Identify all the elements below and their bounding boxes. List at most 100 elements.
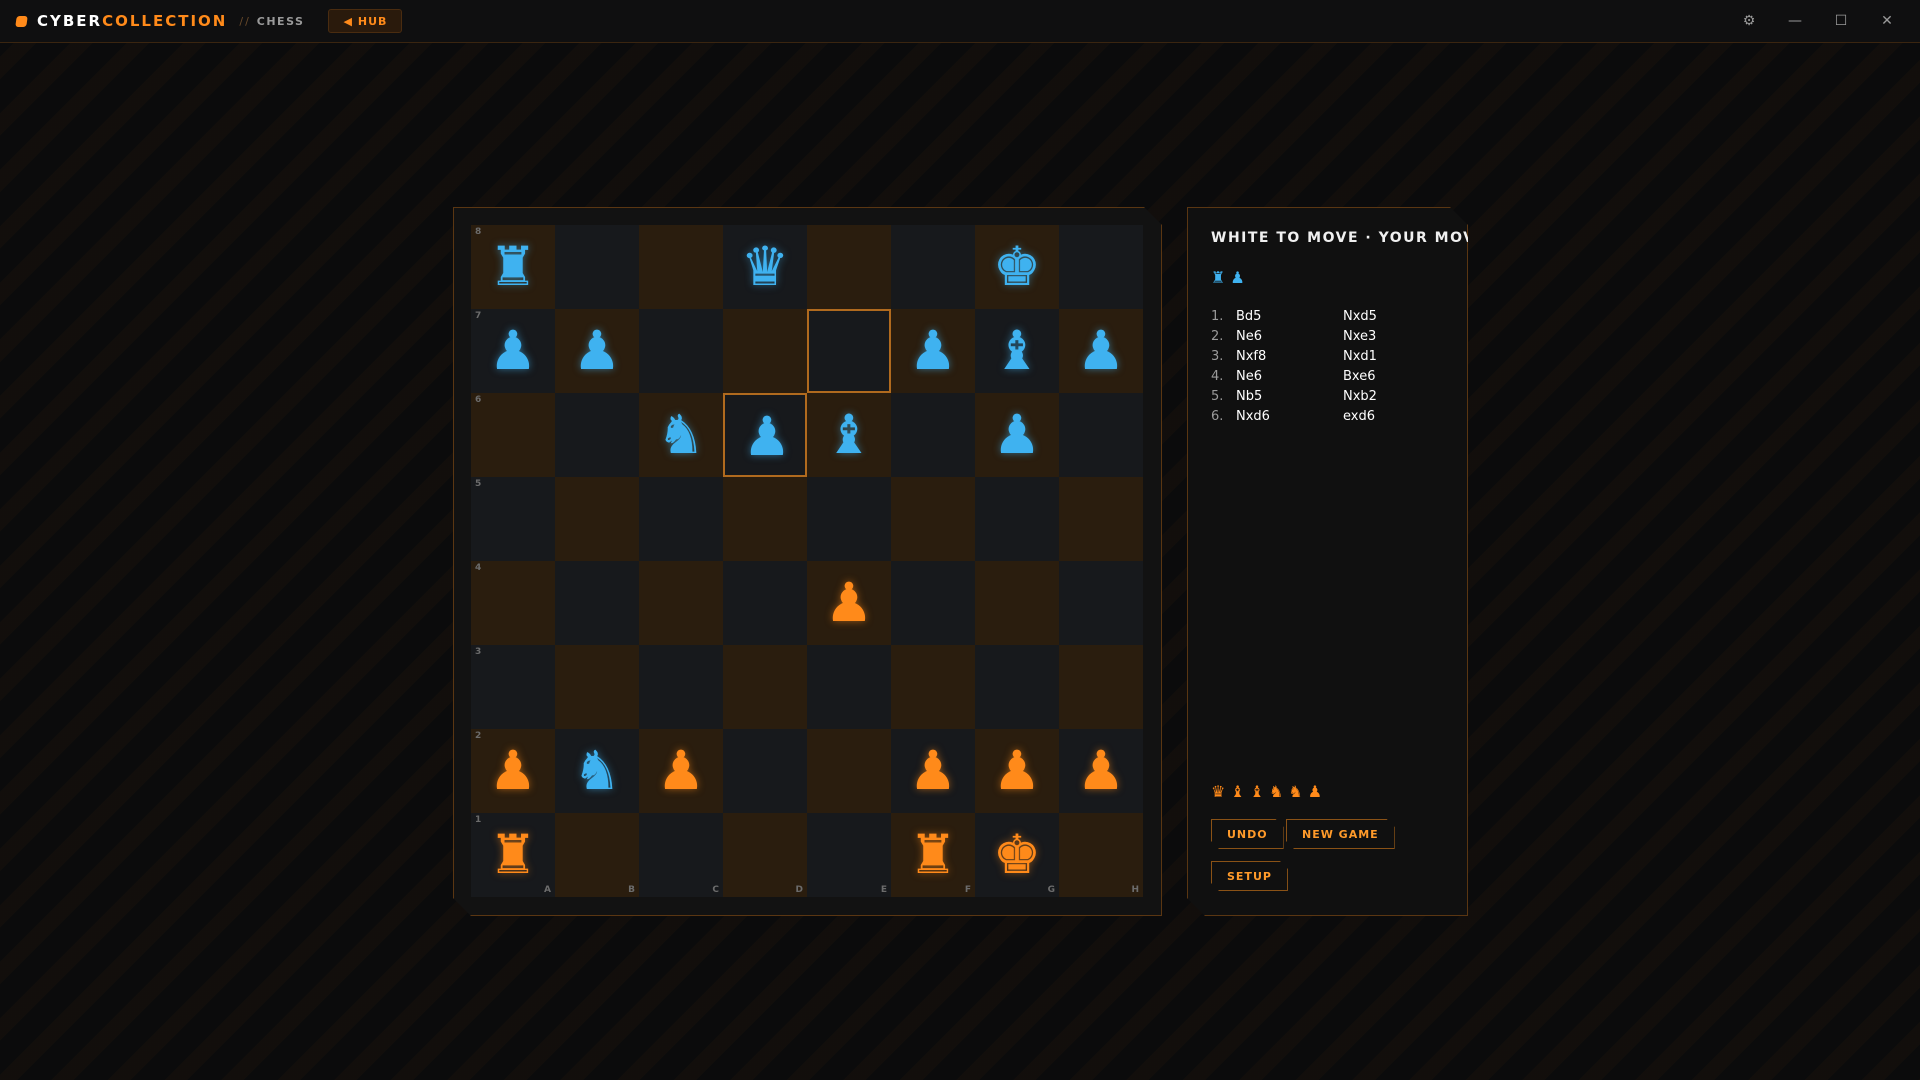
square-g5[interactable]: [975, 477, 1059, 561]
orange-pawn-icon[interactable]: ♟: [471, 729, 555, 813]
square-c7[interactable]: [639, 309, 723, 393]
orange-pawn-icon[interactable]: ♟: [639, 729, 723, 813]
square-d8[interactable]: ♛: [723, 225, 807, 309]
square-g2[interactable]: ♟: [975, 729, 1059, 813]
blue-knight-icon[interactable]: ♞: [555, 729, 639, 813]
square-f4[interactable]: [891, 561, 975, 645]
square-g6[interactable]: ♟: [975, 393, 1059, 477]
blue-rook-icon[interactable]: ♜: [471, 225, 555, 309]
square-d3[interactable]: [723, 645, 807, 729]
minimize-icon[interactable]: —: [1772, 0, 1818, 42]
square-f5[interactable]: [891, 477, 975, 561]
orange-king-icon[interactable]: ♚: [975, 813, 1059, 897]
square-f6[interactable]: [891, 393, 975, 477]
square-g4[interactable]: [975, 561, 1059, 645]
square-e1[interactable]: E: [807, 813, 891, 897]
blue-pawn-icon[interactable]: ♟: [891, 309, 975, 393]
square-a8[interactable]: 8 ♜: [471, 225, 555, 309]
blue-king-icon[interactable]: ♚: [975, 225, 1059, 309]
move-row[interactable]: 1. Bd5 Nxd5: [1211, 306, 1451, 326]
square-e6[interactable]: ♝: [807, 393, 891, 477]
blue-pawn-icon[interactable]: ♟: [555, 309, 639, 393]
blue-pawn-icon[interactable]: ♟: [1059, 309, 1143, 393]
setup-button[interactable]: SETUP: [1211, 861, 1288, 891]
square-e5[interactable]: [807, 477, 891, 561]
square-b3[interactable]: [555, 645, 639, 729]
square-h4[interactable]: [1059, 561, 1143, 645]
square-e4[interactable]: ♟: [807, 561, 891, 645]
orange-pawn-icon[interactable]: ♟: [891, 729, 975, 813]
square-c3[interactable]: [639, 645, 723, 729]
maximize-icon[interactable]: ☐: [1818, 0, 1864, 42]
square-a4[interactable]: 4: [471, 561, 555, 645]
square-h1[interactable]: H: [1059, 813, 1143, 897]
move-row[interactable]: 3. Nxf8 Nxd1: [1211, 346, 1451, 366]
square-h3[interactable]: [1059, 645, 1143, 729]
square-f2[interactable]: ♟: [891, 729, 975, 813]
blue-knight-icon[interactable]: ♞: [639, 393, 723, 477]
move-row[interactable]: 4. Ne6 Bxe6: [1211, 366, 1451, 386]
orange-rook-icon[interactable]: ♜: [471, 813, 555, 897]
square-f7[interactable]: ♟: [891, 309, 975, 393]
orange-rook-icon[interactable]: ♜: [891, 813, 975, 897]
blue-pawn-icon[interactable]: ♟: [471, 309, 555, 393]
undo-button[interactable]: UNDO: [1211, 819, 1284, 849]
square-h7[interactable]: ♟: [1059, 309, 1143, 393]
square-h8[interactable]: [1059, 225, 1143, 309]
orange-pawn-icon[interactable]: ♟: [807, 561, 891, 645]
hub-button[interactable]: ◀ HUB: [328, 9, 403, 33]
square-h2[interactable]: ♟: [1059, 729, 1143, 813]
square-b8[interactable]: [555, 225, 639, 309]
square-d5[interactable]: [723, 477, 807, 561]
close-icon[interactable]: ✕: [1864, 0, 1910, 42]
square-g7[interactable]: ♝: [975, 309, 1059, 393]
square-g1[interactable]: G ♚: [975, 813, 1059, 897]
square-e7[interactable]: [807, 309, 891, 393]
square-a2[interactable]: 2 ♟: [471, 729, 555, 813]
new-game-button[interactable]: NEW GAME: [1286, 819, 1395, 849]
square-h6[interactable]: [1059, 393, 1143, 477]
square-d2[interactable]: [723, 729, 807, 813]
orange-pawn-icon[interactable]: ♟: [975, 729, 1059, 813]
square-d4[interactable]: [723, 561, 807, 645]
blue-pawn-icon[interactable]: ♟: [975, 393, 1059, 477]
blue-pawn-icon[interactable]: ♟: [725, 395, 809, 479]
square-b2[interactable]: ♞: [555, 729, 639, 813]
orange-pawn-icon[interactable]: ♟: [1059, 729, 1143, 813]
square-e2[interactable]: [807, 729, 891, 813]
square-b6[interactable]: [555, 393, 639, 477]
square-d6[interactable]: ♟: [723, 393, 807, 477]
square-c4[interactable]: [639, 561, 723, 645]
move-row[interactable]: 5. Nb5 Nxb2: [1211, 386, 1451, 406]
square-a3[interactable]: 3: [471, 645, 555, 729]
square-b1[interactable]: B: [555, 813, 639, 897]
square-h5[interactable]: [1059, 477, 1143, 561]
square-a1[interactable]: 1 A ♜: [471, 813, 555, 897]
settings-icon[interactable]: ⚙: [1726, 0, 1772, 42]
square-g3[interactable]: [975, 645, 1059, 729]
square-a5[interactable]: 5: [471, 477, 555, 561]
square-f8[interactable]: [891, 225, 975, 309]
square-d1[interactable]: D: [723, 813, 807, 897]
square-a7[interactable]: 7 ♟: [471, 309, 555, 393]
blue-bishop-icon[interactable]: ♝: [975, 309, 1059, 393]
blue-queen-icon[interactable]: ♛: [723, 225, 807, 309]
square-c2[interactable]: ♟: [639, 729, 723, 813]
square-g8[interactable]: ♚: [975, 225, 1059, 309]
square-f3[interactable]: [891, 645, 975, 729]
square-c8[interactable]: [639, 225, 723, 309]
square-c1[interactable]: C: [639, 813, 723, 897]
move-row[interactable]: 6. Nxd6 exd6: [1211, 406, 1451, 426]
blue-bishop-icon[interactable]: ♝: [807, 393, 891, 477]
move-row[interactable]: 2. Ne6 Nxe3: [1211, 326, 1451, 346]
square-d7[interactable]: [723, 309, 807, 393]
square-c6[interactable]: ♞: [639, 393, 723, 477]
square-e8[interactable]: [807, 225, 891, 309]
square-b4[interactable]: [555, 561, 639, 645]
square-c5[interactable]: [639, 477, 723, 561]
square-f1[interactable]: F ♜: [891, 813, 975, 897]
square-b5[interactable]: [555, 477, 639, 561]
square-a6[interactable]: 6: [471, 393, 555, 477]
square-b7[interactable]: ♟: [555, 309, 639, 393]
square-e3[interactable]: [807, 645, 891, 729]
